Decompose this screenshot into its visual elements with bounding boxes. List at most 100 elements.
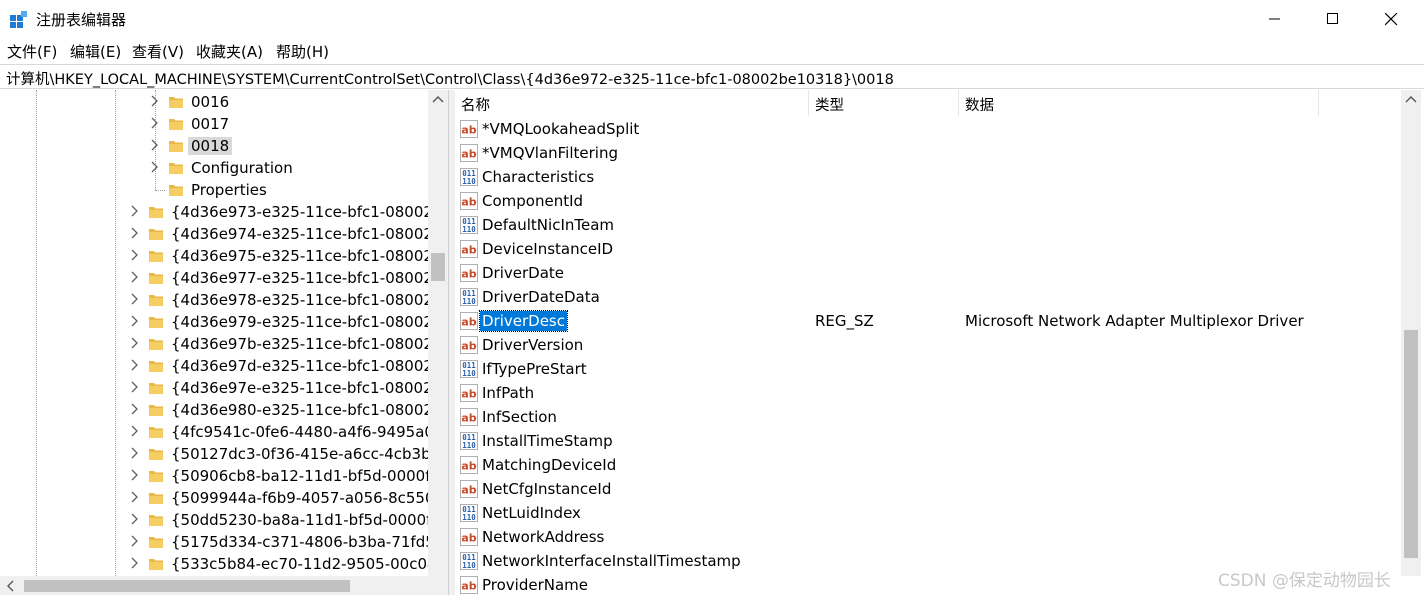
string-value-icon: ab xyxy=(460,384,478,402)
close-button[interactable] xyxy=(1368,0,1414,38)
folder-icon xyxy=(149,449,163,460)
maximize-icon xyxy=(1327,13,1338,24)
chevron-right-icon[interactable] xyxy=(130,381,140,393)
value-row[interactable]: 011 110 DriverDateData xyxy=(455,285,1401,309)
menu-view[interactable]: 查看(V) xyxy=(132,41,184,62)
address-bar[interactable]: 计算机\HKEY_LOCAL_MACHINE\SYSTEM\CurrentCon… xyxy=(0,64,1424,89)
svg-text:ab: ab xyxy=(461,412,476,425)
value-row[interactable]: ab *VMQLookaheadSplit xyxy=(455,117,1401,141)
chevron-right-icon[interactable] xyxy=(130,513,140,525)
values-vertical-scrollbar[interactable] xyxy=(1401,90,1421,576)
chevron-right-icon[interactable] xyxy=(130,425,140,437)
value-name: IfTypePreStart xyxy=(482,360,587,378)
chevron-right-icon[interactable] xyxy=(130,469,140,481)
value-row[interactable]: 011 110 Characteristics xyxy=(455,165,1401,189)
chevron-right-icon[interactable] xyxy=(130,359,140,371)
folder-icon xyxy=(149,207,163,218)
minimize-button[interactable] xyxy=(1252,0,1298,38)
svg-text:ab: ab xyxy=(461,580,476,593)
chevron-right-icon[interactable] xyxy=(130,293,140,305)
string-value-icon: ab xyxy=(460,240,478,258)
chevron-right-icon[interactable] xyxy=(130,557,140,569)
value-row[interactable]: 011 110 DefaultNicInTeam xyxy=(455,213,1401,237)
string-value-icon: ab xyxy=(460,408,478,426)
chevron-right-icon[interactable] xyxy=(130,271,140,283)
svg-text:110: 110 xyxy=(462,297,476,306)
chevron-right-icon[interactable] xyxy=(130,227,140,239)
chevron-right-icon[interactable] xyxy=(130,249,140,261)
value-row[interactable]: ab DeviceInstanceID xyxy=(455,237,1401,261)
column-header: 名称 类型 数据 xyxy=(455,90,1401,116)
value-row[interactable]: ab MatchingDeviceId xyxy=(455,453,1401,477)
scroll-left-icon[interactable] xyxy=(6,580,14,592)
chevron-right-icon[interactable] xyxy=(130,535,140,547)
value-row[interactable]: 011 110 InstallTimeStamp xyxy=(455,429,1401,453)
svg-text:110: 110 xyxy=(462,369,476,378)
tree-item-label: {4d36e979-e325-11ce-bfc1-08002b xyxy=(171,313,443,331)
menu-file[interactable]: 文件(F) xyxy=(7,41,57,62)
tree-vertical-scroll-thumb[interactable] xyxy=(431,253,445,281)
value-row[interactable]: ab ComponentId xyxy=(455,189,1401,213)
chevron-right-icon[interactable] xyxy=(130,403,140,415)
menu-favorites[interactable]: 收藏夹(A) xyxy=(196,41,263,62)
column-data-header[interactable]: 数据 xyxy=(959,90,1319,116)
value-name: *VMQLookaheadSplit xyxy=(482,120,640,138)
menu-edit[interactable]: 编辑(E) xyxy=(70,41,121,62)
value-row[interactable]: ab NetCfgInstanceId xyxy=(455,477,1401,501)
key-tree-pane: 0016 0017 0018 Configuration Properties {4d36… xyxy=(0,90,449,595)
value-data: Microsoft Network Adapter Multiplexor Dr… xyxy=(965,312,1304,330)
chevron-right-icon[interactable] xyxy=(150,139,160,151)
tree-vertical-scrollbar[interactable] xyxy=(428,90,448,576)
svg-text:ab: ab xyxy=(461,196,476,209)
value-row[interactable]: ab DriverVersion xyxy=(455,333,1401,357)
menu-bar: 文件(F) 编辑(E) 查看(V) 收藏夹(A) 帮助(H) xyxy=(0,38,1424,63)
values-vertical-scroll-thumb[interactable] xyxy=(1404,330,1418,558)
tree-item-label: Configuration xyxy=(191,159,293,177)
chevron-right-icon[interactable] xyxy=(130,447,140,459)
folder-icon xyxy=(149,537,163,548)
value-row[interactable]: ab DriverDate xyxy=(455,261,1401,285)
string-value-icon: ab xyxy=(460,456,478,474)
scroll-up-icon[interactable] xyxy=(1405,95,1417,103)
menu-help[interactable]: 帮助(H) xyxy=(276,41,329,62)
chevron-right-icon[interactable] xyxy=(130,315,140,327)
folder-icon xyxy=(149,493,163,504)
svg-text:110: 110 xyxy=(462,513,476,522)
string-value-icon: ab xyxy=(460,264,478,282)
value-name: MatchingDeviceId xyxy=(482,456,617,474)
chevron-right-icon[interactable] xyxy=(150,117,160,129)
scroll-up-icon[interactable] xyxy=(432,95,444,103)
value-name: DriverVersion xyxy=(482,336,584,354)
chevron-right-icon[interactable] xyxy=(150,161,160,173)
string-value-icon: ab xyxy=(460,576,478,594)
regedit-app-icon xyxy=(10,11,27,28)
watermark: CSDN @保定动物园长 xyxy=(1218,571,1391,591)
tree-item-label: {4d36e975-e325-11ce-bfc1-08002b xyxy=(171,247,443,265)
value-row[interactable]: 011 110 NetLuidIndex xyxy=(455,501,1401,525)
svg-text:ab: ab xyxy=(461,532,476,545)
tree-guide-line xyxy=(155,190,165,191)
value-name: NetCfgInstanceId xyxy=(482,480,612,498)
chevron-right-icon[interactable] xyxy=(130,205,140,217)
tree-horizontal-scroll-thumb[interactable] xyxy=(24,580,350,592)
column-name-header[interactable]: 名称 xyxy=(455,90,809,116)
tree-item-label: {50906cb8-ba12-11d1-bf5d-0000f8 xyxy=(171,467,441,485)
value-row[interactable]: ab DriverDesc REG_SZ Microsoft Network Adap… xyxy=(455,309,1401,333)
chevron-right-icon[interactable] xyxy=(130,337,140,349)
column-type-header[interactable]: 类型 xyxy=(809,90,959,116)
folder-icon xyxy=(169,185,183,196)
tree-horizontal-scrollbar[interactable] xyxy=(0,576,448,595)
value-row[interactable]: ab InfSection xyxy=(455,405,1401,429)
tree-item-label: {4d36e97d-e325-11ce-bfc1-08002b xyxy=(171,357,443,375)
chevron-right-icon[interactable] xyxy=(130,491,140,503)
value-row[interactable]: 011 110 IfTypePreStart xyxy=(455,357,1401,381)
value-row[interactable]: ab NetworkAddress xyxy=(455,525,1401,549)
address-path[interactable]: 计算机\HKEY_LOCAL_MACHINE\SYSTEM\CurrentCon… xyxy=(6,68,894,89)
value-row[interactable]: ab InfPath xyxy=(455,381,1401,405)
value-row[interactable]: ab *VMQVlanFiltering xyxy=(455,141,1401,165)
maximize-button[interactable] xyxy=(1310,0,1356,38)
svg-text:ab: ab xyxy=(461,268,476,281)
chevron-right-icon[interactable] xyxy=(150,95,160,107)
value-name: DefaultNicInTeam xyxy=(482,216,615,234)
svg-text:ab: ab xyxy=(461,316,476,329)
